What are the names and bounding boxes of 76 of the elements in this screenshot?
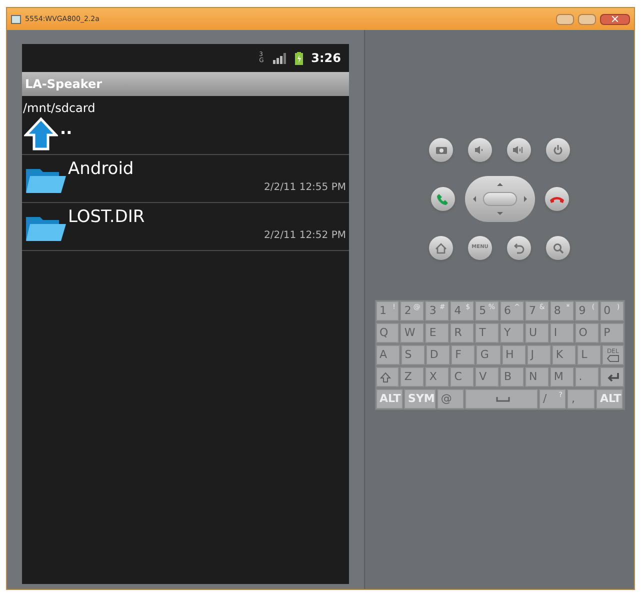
back-icon [514, 242, 524, 254]
space-icon [496, 396, 510, 402]
keyboard-key[interactable]: J [526, 345, 551, 365]
shift-icon [380, 372, 390, 382]
close-icon [612, 16, 618, 22]
home-button[interactable] [429, 236, 453, 260]
enter-key[interactable] [600, 367, 624, 387]
keyboard-key[interactable]: N [524, 367, 549, 387]
keyboard-key[interactable]: R [450, 323, 474, 343]
file-name: LOST.DIR [68, 206, 146, 228]
keyboard-key[interactable]: . [574, 367, 599, 387]
home-icon [435, 242, 447, 254]
speaker-icon [513, 146, 525, 154]
modified-date: 2/2/11 12:52 PM [264, 229, 346, 243]
keyboard-key[interactable]: D [426, 345, 450, 365]
up-arrow-icon [24, 117, 58, 151]
battery-icon [295, 52, 304, 64]
keyboard-key[interactable]: E [425, 323, 450, 343]
volume-up-button[interactable] [507, 138, 531, 162]
keyboard-key[interactable]: ALT [376, 389, 404, 409]
status-time: 3:26 [311, 50, 341, 67]
camera-icon [436, 146, 446, 154]
enter-icon [606, 372, 620, 382]
speaker-icon [475, 146, 485, 154]
search-icon [552, 242, 564, 254]
center-button[interactable] [482, 192, 516, 206]
modified-date: 2/2/11 12:55 PM [264, 181, 346, 195]
keyboard-key[interactable]: G [476, 345, 501, 365]
shift-key[interactable] [376, 367, 400, 387]
file-list-item[interactable]: Android 2/2/11 12:55 PM [22, 155, 349, 203]
volume-down-button[interactable] [468, 138, 492, 162]
keyboard-key[interactable]: Q [376, 323, 400, 343]
keyboard-key[interactable]: X [425, 367, 450, 387]
minimize-button[interactable] [556, 14, 574, 24]
signal-icon [273, 52, 288, 64]
power-icon [553, 145, 563, 155]
file-list-item[interactable]: .. [22, 117, 349, 155]
keyboard-key[interactable]: F [451, 345, 476, 365]
keyboard-key[interactable]: K [552, 345, 576, 365]
maximize-button[interactable] [578, 14, 596, 24]
file-name: Android [68, 158, 135, 180]
keyboard-key[interactable]: B [500, 367, 524, 387]
keyboard-key[interactable]: P [600, 323, 624, 343]
keyboard-key[interactable]: , [567, 389, 595, 409]
app-icon [11, 14, 21, 24]
file-name: .. [60, 118, 72, 140]
backspace-icon [606, 355, 619, 362]
keyboard-key[interactable]: U [524, 323, 549, 343]
keyboard-key[interactable]: Z [400, 367, 424, 387]
power-button[interactable] [546, 138, 570, 162]
search-button[interactable] [546, 236, 570, 260]
current-path: /mnt/sdcard [22, 100, 96, 117]
keyboard-key[interactable]: I [550, 323, 574, 343]
keyboard-key[interactable]: V [475, 367, 500, 387]
close-button[interactable] [600, 14, 630, 24]
call-button[interactable] [430, 187, 454, 211]
keyboard-key[interactable]: A [376, 345, 400, 365]
keyboard-key[interactable]: S [400, 345, 425, 365]
app-title: LA-Speaker [25, 76, 102, 93]
keyboard-key[interactable]: M [550, 367, 574, 387]
keyboard-key[interactable]: C [450, 367, 474, 387]
keyboard-key[interactable]: W [400, 323, 424, 343]
keyboard-key[interactable]: SYM [404, 389, 436, 409]
end-call-button[interactable] [544, 187, 568, 211]
keyboard-key[interactable]: T [475, 323, 500, 343]
phone-icon [550, 196, 564, 202]
keyboard-key[interactable]: Y [500, 323, 524, 343]
keyboard-key[interactable]: @ [436, 389, 464, 409]
keyboard-key[interactable]: O [574, 323, 599, 343]
keyboard-key[interactable]: H [502, 345, 526, 365]
keyboard-key[interactable]: L [577, 345, 602, 365]
keyboard-key[interactable]: ALT [596, 389, 624, 409]
file-list-item[interactable]: LOST.DIR 2/2/11 12:52 PM [22, 203, 349, 251]
phone-icon [436, 193, 448, 205]
back-button[interactable] [507, 236, 531, 260]
camera-button[interactable] [429, 138, 453, 162]
